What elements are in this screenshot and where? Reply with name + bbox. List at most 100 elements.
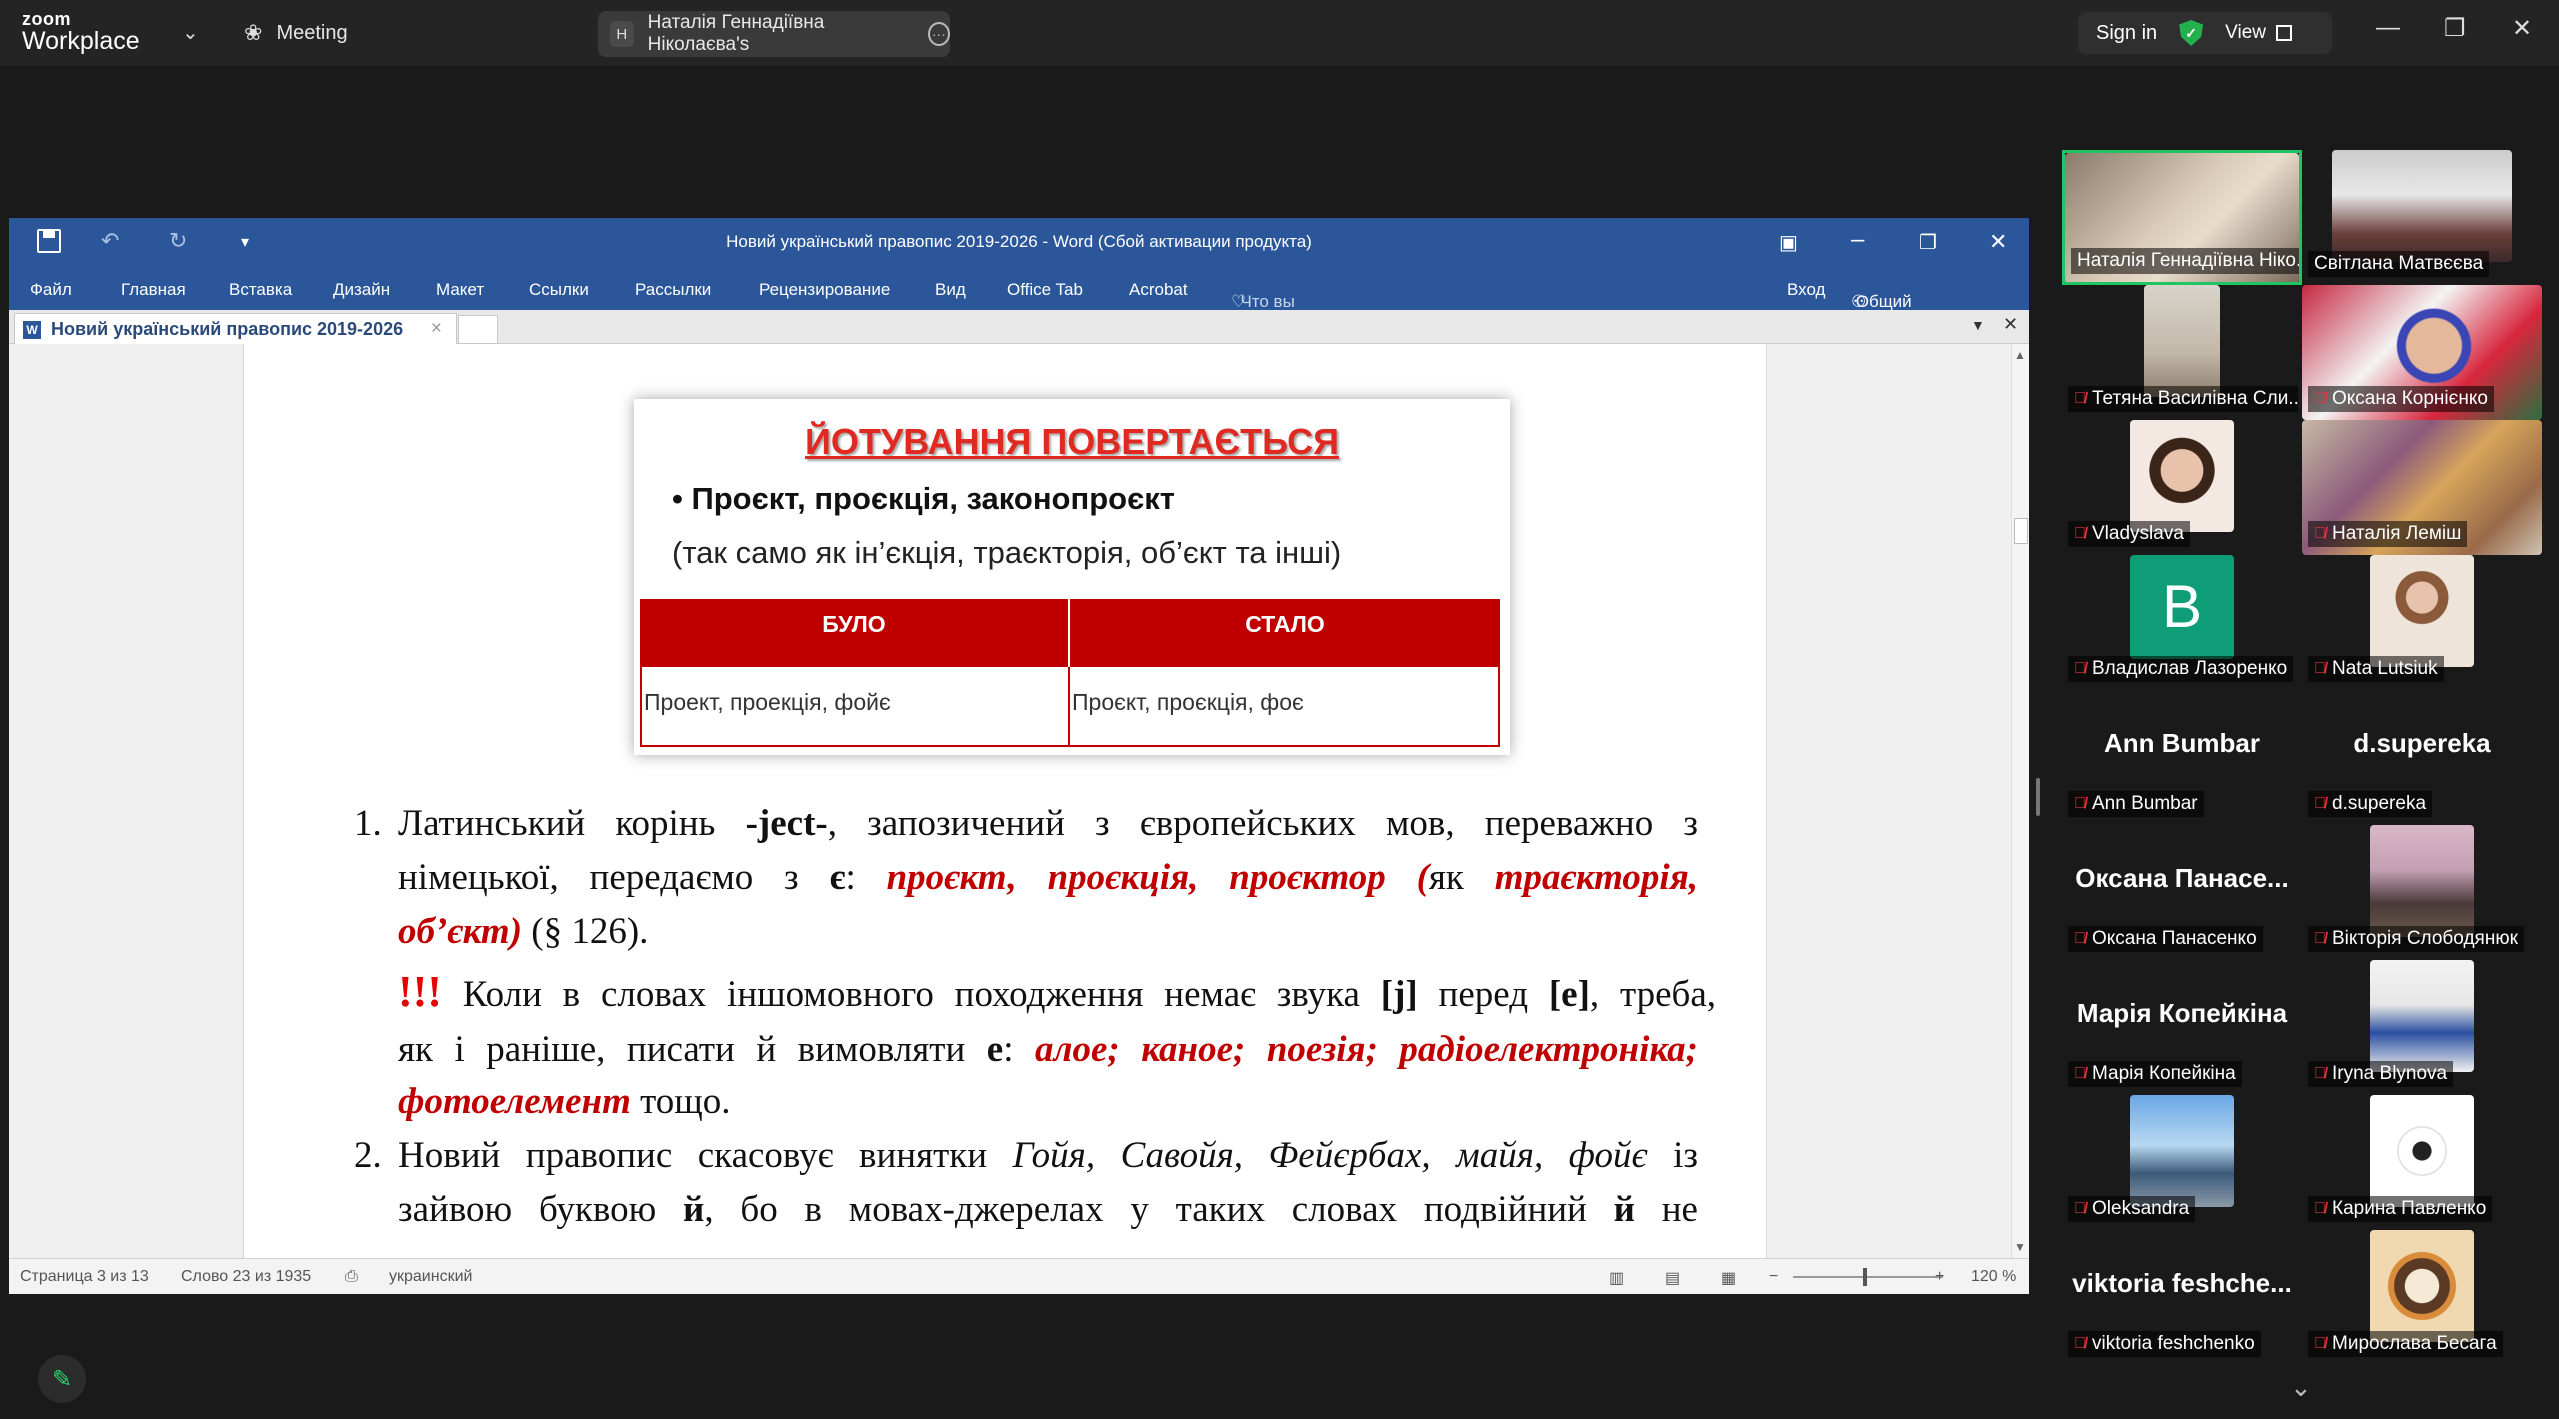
table-cell-after: Проєкт, проєкція, фоє (1068, 667, 1500, 747)
text-run: не (1634, 1189, 1698, 1230)
meeting-menu[interactable]: ❀ Meeting (244, 20, 348, 46)
participant-tile[interactable]: Ann Bumbar 🎙̸ Ann Bumbar (2062, 690, 2302, 825)
panel-resize-handle[interactable] (2036, 778, 2040, 816)
proofing-icon[interactable]: ⎙ (345, 1268, 358, 1286)
tab-list-dropdown-icon[interactable]: ▼ (1971, 317, 1985, 333)
page-count[interactable]: Страница 3 из 13 (20, 1268, 149, 1286)
gallery-scroll-down-icon[interactable]: ⌄ (2290, 1372, 2312, 1403)
chevron-down-icon[interactable]: ⌄ (182, 20, 199, 45)
view-button[interactable]: View (2225, 22, 2292, 44)
vertical-scrollbar[interactable]: ▲ ▼ (2011, 344, 2029, 1258)
tab-review[interactable]: Рецензирование (759, 280, 890, 300)
participant-name-label: Владислав Лазоренко (2092, 658, 2288, 679)
new-tab-button[interactable] (458, 315, 498, 344)
scroll-up-icon[interactable]: ▲ (2014, 348, 2026, 362)
tab-mailings[interactable]: Рассылки (635, 280, 711, 300)
participant-tile[interactable]: 🎙̸ Наталія Леміш (2302, 420, 2542, 555)
participant-name-label: Oleksandra (2092, 1198, 2190, 1219)
participant-name-label: Nata Lutsiuk (2332, 658, 2438, 679)
participant-tile[interactable]: viktoria feshche... 🎙̸ viktoria feshchenk… (2062, 1230, 2302, 1365)
tab-design[interactable]: Дизайн (333, 280, 390, 300)
participant-tile[interactable]: 🎙̸ Oleksandra (2062, 1095, 2302, 1230)
participant-display-name: Марія Копейкіна (2076, 998, 2288, 1028)
text-run-highlight: проєкт, проєкція, проєктор (886, 857, 1386, 898)
read-mode-icon[interactable]: ▥ (1609, 1268, 1624, 1288)
word-restore-icon[interactable]: ❐ (1919, 230, 1937, 255)
scroll-down-icon[interactable]: ▼ (2014, 1240, 2026, 1254)
minimize-icon[interactable]: — (2376, 14, 2400, 42)
close-icon[interactable]: ✕ (2512, 14, 2532, 43)
document-tab-label: Новий український правопис 2019-2026 (51, 319, 404, 339)
participant-tile[interactable]: B 🎙̸ Владислав Лазоренко (2062, 555, 2302, 690)
tab-references[interactable]: Ссылки (529, 280, 589, 300)
participant-initial-avatar: B (2130, 555, 2234, 659)
document-page[interactable]: ЙОТУВАННЯ ПОВЕРТАЄТЬСЯ • Проєкт, проєкці… (243, 344, 1767, 1258)
tab-acrobat[interactable]: Acrobat (1129, 280, 1188, 300)
text-run-bold: -ject- (745, 803, 828, 844)
participant-tile[interactable]: 🎙̸ Карина Павленко (2302, 1095, 2542, 1230)
word-count[interactable]: Слово 23 из 1935 (181, 1268, 311, 1286)
text-run-bold: й (683, 1189, 705, 1230)
participant-tile[interactable]: Світлана Матвєєва (2302, 150, 2542, 285)
print-layout-icon[interactable]: ▤ (1665, 1268, 1680, 1288)
screen-share-indicator[interactable]: H Наталія Геннадіївна Ніколаєва's ··· (598, 11, 950, 57)
participant-tile[interactable]: 🎙̸ Iryna Blynova (2302, 960, 2542, 1095)
annotate-pencil-icon[interactable]: ✎ (38, 1355, 86, 1403)
paragraph-line: німецької, передаємо з є: проєкт, проєкц… (398, 856, 1698, 899)
word-minimize-icon[interactable]: – (1851, 226, 1864, 254)
text-run: як і раніше, писати й вимовляти (398, 1029, 987, 1070)
participant-tile[interactable]: 🎙̸ Вікторія Слободянюк (2302, 825, 2542, 960)
zoom-slider[interactable] (1793, 1268, 1943, 1286)
tab-home[interactable]: Главная (121, 280, 186, 300)
sign-in-button[interactable]: Sign in (2096, 22, 2157, 45)
tab-layout[interactable]: Макет (436, 280, 484, 300)
close-document-icon[interactable]: ✕ (2003, 314, 2018, 335)
participant-tile[interactable]: d.supereka 🎙̸ d.supereka (2302, 690, 2542, 825)
paragraph-line: Новий правопис скасовує винятки Гойя, Са… (398, 1134, 1698, 1177)
tab-close-icon[interactable]: × (431, 318, 442, 340)
more-icon[interactable]: ··· (927, 22, 950, 46)
tell-me-search[interactable]: ♡ Что вы хотите сделать? (1231, 280, 1313, 351)
language-indicator[interactable]: украинский (389, 1268, 472, 1286)
scroll-thumb[interactable] (2014, 518, 2028, 544)
slide-subtitle: (так само як ін’єкція, траєкторія, об’єк… (672, 535, 1342, 570)
participant-tile[interactable]: 🎙̸ Мирослава Бесага (2302, 1230, 2542, 1365)
text-run-highlight: траєкторія, (1494, 857, 1699, 898)
participant-video (2144, 285, 2220, 397)
zoom-out-icon[interactable]: − (1769, 1268, 1778, 1286)
restore-icon[interactable]: ❐ (2444, 14, 2466, 43)
tab-file[interactable]: Файл (30, 280, 72, 300)
document-tab[interactable]: W Новий український правопис 2019-2026 × (14, 313, 457, 344)
participant-tile[interactable]: Наталія Геннадіївна Ніко... (2062, 150, 2302, 285)
text-run: , бо в мовах-джерелах у таких словах под… (704, 1189, 1614, 1230)
share-button[interactable]: ⚇ Общий доступ (1851, 280, 1912, 331)
participant-tile[interactable]: Оксана Панасе... 🎙̸ Оксана Панасенко (2062, 825, 2302, 960)
mic-muted-icon: 🎙̸ (2074, 660, 2086, 677)
tab-view[interactable]: Вид (935, 280, 966, 300)
zoom-in-icon[interactable]: + (1935, 1268, 1944, 1286)
login-button[interactable]: Вход (1787, 280, 1825, 300)
text-run-highlight: ) (509, 911, 523, 952)
participant-tile[interactable]: 🎙̸ Тетяна Василівна Сли... (2062, 285, 2302, 420)
mic-muted-icon: 🎙̸ (2314, 1065, 2326, 1082)
text-run-bold: є (829, 857, 846, 898)
tab-office-tab[interactable]: Office Tab (1007, 280, 1083, 300)
paragraph-line: !!! Коли в словах іншомовного походження… (398, 966, 1716, 1017)
participant-tile[interactable]: 🎙̸ Vladyslava (2062, 420, 2302, 555)
shield-icon[interactable]: ✓ (2179, 20, 2204, 46)
participant-name: 🎙̸ Iryna Blynova (2308, 1061, 2454, 1087)
zoom-level[interactable]: 120 % (1971, 1268, 2016, 1286)
participant-name-label: Ann Bumbar (2092, 793, 2198, 814)
word-window: ↶ ↻ ▾ Новий український правопис 2019-20… (9, 218, 2029, 1294)
ribbon-display-icon[interactable]: ▣ (1779, 230, 1798, 255)
web-layout-icon[interactable]: ▦ (1721, 1268, 1736, 1288)
ribbon-tabs: Файл Главная Вставка Дизайн Макет Ссылки… (9, 268, 2029, 351)
participant-tile[interactable]: 🎙̸ Оксана Корнієнко (2302, 285, 2542, 420)
word-close-icon[interactable]: ✕ (1989, 229, 2007, 255)
participant-tile[interactable]: Марія Копейкіна 🎙̸ Марія Копейкіна (2062, 960, 2302, 1095)
tab-insert[interactable]: Вставка (229, 280, 292, 300)
participant-name: 🎙̸ Карина Павленко (2308, 1196, 2493, 1222)
participant-tile[interactable]: 🎙̸ Nata Lutsiuk (2302, 555, 2542, 690)
mic-muted-icon: 🎙̸ (2314, 660, 2326, 677)
zoom-slider-knob[interactable] (1863, 1268, 1867, 1286)
